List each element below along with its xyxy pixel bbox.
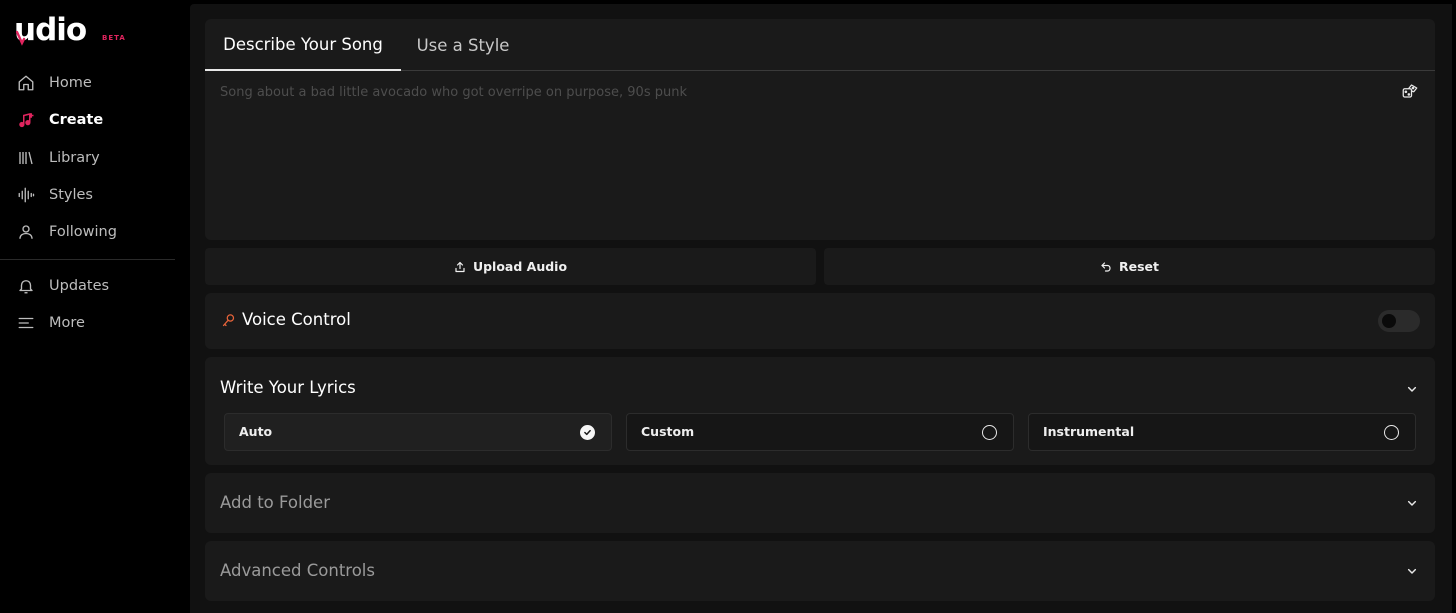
sidebar-item-home[interactable]: Home bbox=[0, 65, 176, 101]
advanced-controls-section[interactable]: Advanced Controls bbox=[205, 541, 1435, 601]
write-lyrics-section: Write Your Lyrics Auto Custom Instrument… bbox=[205, 357, 1435, 465]
sidebar-item-following[interactable]: Following bbox=[0, 214, 176, 250]
voice-control-toggle[interactable] bbox=[1378, 310, 1420, 332]
upload-audio-button[interactable]: Upload Audio bbox=[205, 248, 816, 285]
reset-label: Reset bbox=[1119, 259, 1159, 274]
sidebar-item-label: Create bbox=[49, 112, 104, 128]
sidebar-item-label: Updates bbox=[49, 278, 110, 294]
sidebar-item-label: Styles bbox=[49, 187, 93, 203]
music-plus-icon bbox=[16, 110, 36, 130]
advanced-controls-title: Advanced Controls bbox=[220, 561, 375, 580]
sidebar-item-label: Library bbox=[49, 150, 100, 166]
tab-use-a-style[interactable]: Use a Style bbox=[401, 19, 525, 71]
home-icon bbox=[16, 73, 36, 93]
sidebar: udio BETA Home Create Library Styles Fol… bbox=[0, 0, 190, 613]
voice-control-title: Voice Control bbox=[242, 310, 351, 329]
lyrics-option-custom[interactable]: Custom bbox=[626, 413, 1014, 451]
option-label: Custom bbox=[641, 424, 695, 439]
sidebar-item-styles[interactable]: Styles bbox=[0, 177, 176, 213]
bell-icon bbox=[16, 276, 36, 296]
upload-audio-label: Upload Audio bbox=[472, 259, 568, 274]
add-to-folder-section[interactable]: Add to Folder bbox=[205, 473, 1435, 533]
undo-icon bbox=[1100, 261, 1112, 273]
logo-accent-mark bbox=[16, 30, 26, 46]
tab-describe-your-song[interactable]: Describe Your Song bbox=[205, 19, 401, 71]
chevron-down-icon[interactable] bbox=[1404, 381, 1420, 397]
option-label: Auto bbox=[239, 424, 273, 439]
user-icon bbox=[16, 222, 36, 242]
sidebar-item-create[interactable]: Create bbox=[0, 102, 176, 138]
song-description-input[interactable] bbox=[220, 85, 1390, 225]
random-prompt-button[interactable] bbox=[1398, 79, 1422, 103]
check-circle-icon bbox=[580, 425, 595, 440]
write-lyrics-title: Write Your Lyrics bbox=[220, 378, 356, 397]
reset-button[interactable]: Reset bbox=[824, 248, 1435, 285]
library-icon bbox=[16, 148, 36, 168]
add-to-folder-title: Add to Folder bbox=[220, 493, 330, 512]
sidebar-item-more[interactable]: More bbox=[0, 305, 176, 341]
option-label: Instrumental bbox=[1043, 424, 1135, 439]
radio-circle-icon bbox=[1384, 425, 1399, 440]
create-panel: Describe Your Song Use a Style Upload Au… bbox=[190, 4, 1452, 613]
sidebar-item-label: Following bbox=[49, 224, 117, 240]
microphone-icon bbox=[222, 314, 235, 327]
sidebar-item-label: Home bbox=[49, 75, 92, 91]
chevron-down-icon[interactable] bbox=[1404, 563, 1420, 579]
udio-logo[interactable]: udio BETA bbox=[14, 12, 164, 52]
upload-icon bbox=[454, 261, 466, 273]
waveform-icon bbox=[16, 185, 36, 205]
prompt-tabs: Describe Your Song Use a Style bbox=[205, 19, 1435, 71]
lyrics-option-instrumental[interactable]: Instrumental bbox=[1028, 413, 1416, 451]
lyrics-option-auto[interactable]: Auto bbox=[224, 413, 612, 451]
beta-badge: BETA bbox=[102, 34, 126, 42]
sidebar-item-library[interactable]: Library bbox=[0, 140, 176, 176]
voice-control-section: Voice Control bbox=[205, 293, 1435, 349]
sidebar-item-updates[interactable]: Updates bbox=[0, 268, 176, 304]
song-prompt-card: Describe Your Song Use a Style bbox=[205, 19, 1435, 240]
sidebar-item-label: More bbox=[49, 315, 85, 331]
menu-icon bbox=[16, 313, 36, 333]
chevron-down-icon[interactable] bbox=[1404, 495, 1420, 511]
toggle-knob bbox=[1382, 314, 1396, 328]
dice-icon bbox=[1402, 84, 1418, 98]
sidebar-divider bbox=[0, 259, 175, 260]
radio-circle-icon bbox=[982, 425, 997, 440]
